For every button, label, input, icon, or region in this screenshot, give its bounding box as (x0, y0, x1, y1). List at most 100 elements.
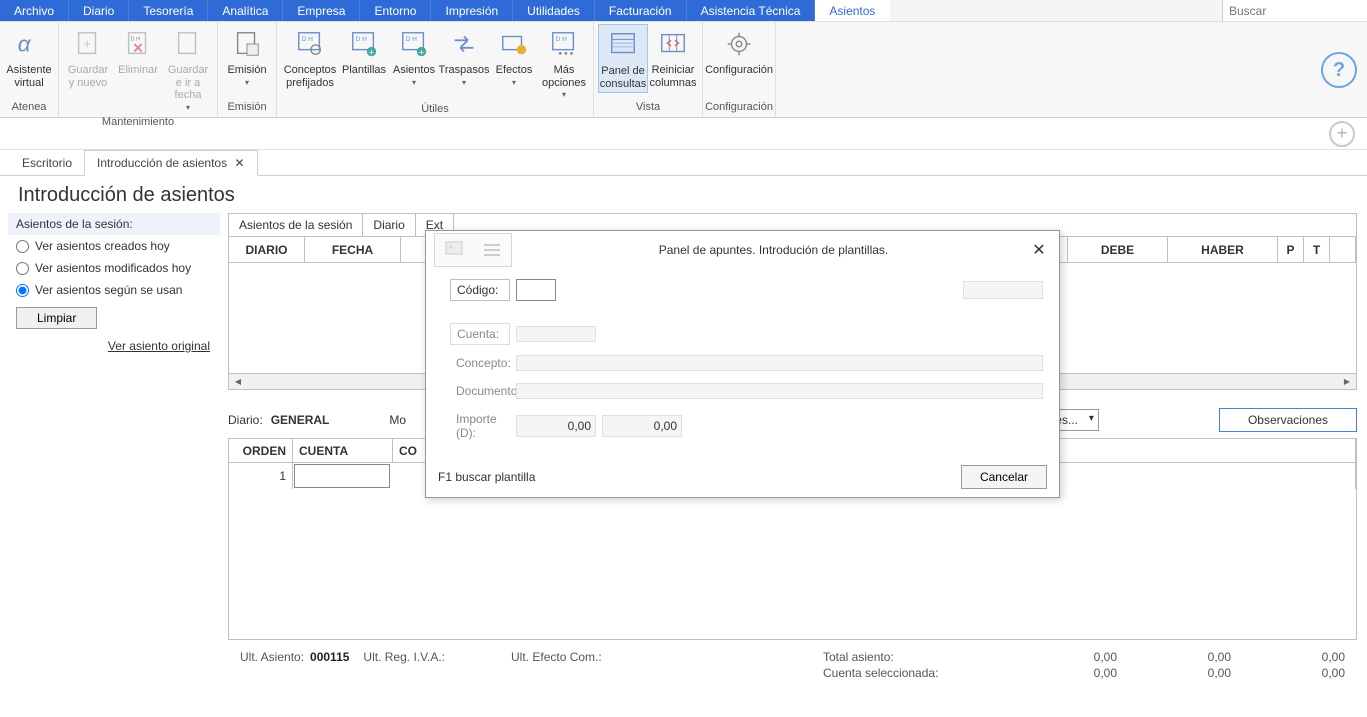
cuenta-label: Cuenta: (450, 323, 510, 345)
search-box[interactable] (1222, 0, 1367, 21)
modal-footer: F1 buscar plantilla Cancelar (426, 459, 1059, 497)
plantillas-modal: Panel de apuntes. Introdución de plantil… (425, 230, 1060, 498)
emision-button[interactable]: Emisión ▾ (222, 24, 272, 89)
ult-asiento-label: Ult. Asiento: (240, 650, 304, 664)
ver-asiento-original-link[interactable]: Ver asiento original (108, 339, 210, 353)
entry-grid-body (229, 489, 1356, 639)
ribbon-label: Reiniciar columnas (649, 64, 696, 89)
ribbon-label: Conceptos prefijados (283, 64, 337, 89)
panel-consultas-button[interactable]: Panel de consultas (598, 24, 648, 93)
importe-v1: 0,00 (516, 415, 596, 437)
limpiar-button[interactable]: Limpiar (16, 307, 97, 329)
menu-facturacion[interactable]: Facturación (595, 0, 687, 21)
documento-label: Documento: (450, 381, 516, 401)
conceptos-button[interactable]: D H Conceptos prefijados (281, 24, 339, 91)
radio-label: Ver asientos creados hoy (35, 239, 170, 253)
menu-empresa[interactable]: Empresa (283, 0, 360, 21)
ribbon-label: Eliminar (118, 64, 158, 77)
svg-text:D H: D H (406, 36, 418, 43)
radio-label: Ver asientos según se usan (35, 283, 182, 297)
radio-segun-usan[interactable]: Ver asientos según se usan (8, 279, 220, 301)
menu-impresion[interactable]: Impresión (431, 0, 513, 21)
col-p[interactable]: P (1278, 237, 1304, 262)
inner-tab-diario[interactable]: Diario (363, 214, 415, 236)
reiniciar-columnas-button[interactable]: Reiniciar columnas (648, 24, 698, 91)
moneda-label: Mo (389, 413, 406, 427)
document-tabs: Escritorio Introducción de asientos ✕ (0, 150, 1367, 176)
col-orden[interactable]: ORDEN (229, 439, 293, 462)
modal-close-button[interactable]: ✕ (1027, 238, 1051, 262)
chevron-down-icon: ▾ (412, 78, 416, 87)
col-haber[interactable]: HABER (1168, 237, 1278, 262)
svg-text:D H: D H (556, 36, 568, 43)
ribbon-label: Configuración (705, 64, 773, 77)
add-button[interactable]: + (1329, 121, 1355, 147)
help-button[interactable]: ? (1321, 52, 1357, 88)
scroll-left-icon[interactable]: ◀ (231, 375, 245, 389)
total-v3: 0,00 (1255, 650, 1345, 664)
dh-plus-icon: D H+ (348, 28, 380, 60)
menu-utilidades[interactable]: Utilidades (513, 0, 595, 21)
col-t[interactable]: T (1304, 237, 1330, 262)
configuracion-button[interactable]: Configuración (707, 24, 771, 79)
modal-body: Código: Cuenta: Concepto: Documento: Imp… (426, 269, 1059, 459)
dh-gear-icon: D H (294, 28, 326, 60)
ribbon-label: Emisión (227, 64, 266, 77)
total-asiento-label: Total asiento: (823, 650, 1003, 664)
cancelar-button[interactable]: Cancelar (961, 465, 1047, 489)
total-v2: 0,00 (1141, 650, 1231, 664)
ribbon-group-label: Útiles (277, 101, 593, 119)
menu-asientos[interactable]: Asientos (815, 0, 890, 21)
efectos-button[interactable]: Efectos ▾ (489, 24, 539, 89)
cell-orden: 1 (229, 463, 293, 489)
col-diario[interactable]: DIARIO (229, 237, 305, 262)
panel-icon (607, 29, 639, 61)
menu-archivo[interactable]: Archivo (0, 0, 69, 21)
eliminar-button[interactable]: D H Eliminar (113, 24, 163, 79)
menu-diario[interactable]: Diario (69, 0, 129, 21)
asientos-button[interactable]: D H+ Asientos ▾ (389, 24, 439, 89)
doc-x-icon: D H (122, 28, 154, 60)
svg-text:D H: D H (302, 36, 314, 43)
importe-v2: 0,00 (602, 415, 682, 437)
col-fecha[interactable]: FECHA (305, 237, 401, 262)
col-debe[interactable]: DEBE (1068, 237, 1168, 262)
guardar-fecha-button[interactable]: Guardar e ir a fecha ▾ (163, 24, 213, 114)
ribbon-group-label: Configuración (703, 99, 775, 117)
guardar-nuevo-button[interactable]: + Guardar y nuevo (63, 24, 113, 91)
menu-entorno[interactable]: Entorno (360, 0, 431, 21)
session-title: Asientos de la sesión: (8, 213, 220, 235)
codigo-input[interactable] (516, 279, 556, 301)
col-cuenta[interactable]: CUENTA (293, 439, 393, 462)
tab-escritorio[interactable]: Escritorio (10, 151, 84, 175)
alpha-icon: α (13, 28, 45, 60)
close-icon[interactable]: ✕ (234, 156, 244, 170)
menu-tesoreria[interactable]: Tesorería (129, 0, 208, 21)
svg-text:D H: D H (131, 36, 141, 42)
radio-modificados-hoy[interactable]: Ver asientos modificados hoy (8, 257, 220, 279)
search-input[interactable] (1229, 4, 1361, 18)
chevron-down-icon: ▾ (562, 90, 566, 99)
ribbon-label: Efectos (496, 64, 533, 77)
menubar: Archivo Diario Tesorería Analítica Empre… (0, 0, 1367, 22)
plantillas-button[interactable]: D H+ Plantillas (339, 24, 389, 79)
mas-opciones-button[interactable]: D H Más opciones ▾ (539, 24, 589, 101)
chevron-down-icon: ▾ (512, 78, 516, 87)
menu-asistencia[interactable]: Asistencia Técnica (687, 0, 816, 21)
cell-cuenta-input[interactable] (294, 464, 390, 488)
asistente-virtual-button[interactable]: α Asistente virtual (4, 24, 54, 91)
observaciones-button[interactable]: Observaciones (1219, 408, 1357, 432)
ribbon-label: Más opciones (541, 64, 587, 89)
scroll-right-icon[interactable]: ▶ (1340, 375, 1354, 389)
printer-icon (231, 28, 263, 60)
traspasos-button[interactable]: Traspasos ▾ (439, 24, 489, 89)
menu-analitica[interactable]: Analítica (208, 0, 283, 21)
inner-tab-sesion[interactable]: Asientos de la sesión (229, 214, 363, 236)
ribbon-label: Traspasos (439, 64, 490, 77)
ribbon-label: Asistente virtual (6, 64, 52, 89)
columns-icon (657, 28, 689, 60)
tab-introduccion[interactable]: Introducción de asientos ✕ (84, 150, 258, 176)
ribbon-label: Guardar e ir a fecha (165, 64, 211, 102)
cuenta-ro (516, 326, 596, 342)
radio-creados-hoy[interactable]: Ver asientos creados hoy (8, 235, 220, 257)
